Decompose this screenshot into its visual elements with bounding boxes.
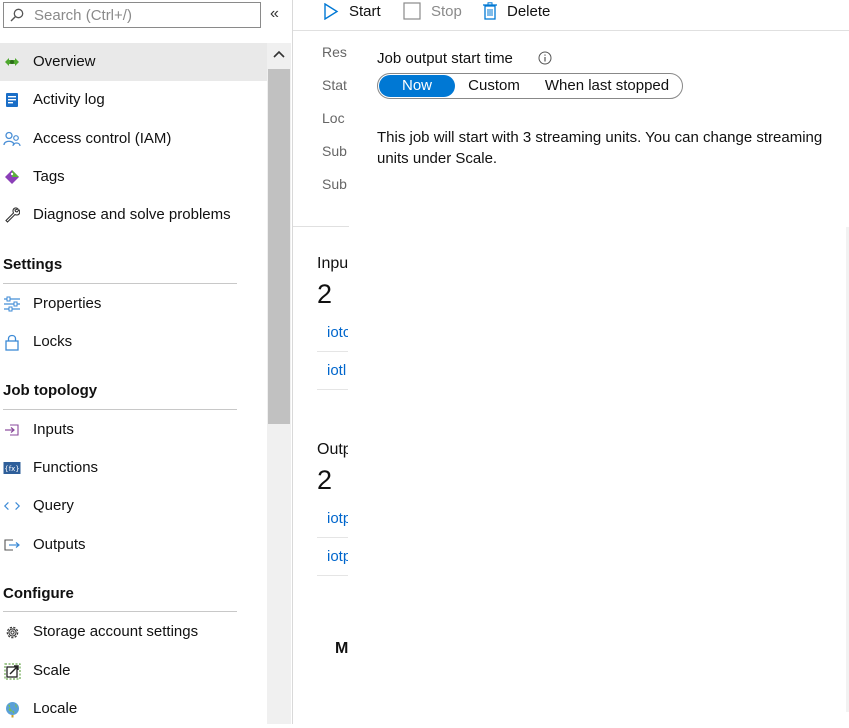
sidebar-item-outputs[interactable]: Outputs xyxy=(0,526,267,564)
wrench-icon xyxy=(3,206,21,224)
sidebar-item-locks[interactable]: Locks xyxy=(0,323,267,361)
tile-row-divider xyxy=(317,389,348,390)
sidebar-item-functions[interactable]: {fx} Functions xyxy=(0,449,267,487)
sidebar: « Overview Activity log Access control (… xyxy=(0,0,293,724)
scroll-up-arrow-icon[interactable] xyxy=(267,47,291,61)
functions-icon: {fx} xyxy=(3,459,21,477)
sidebar-item-label: Inputs xyxy=(33,421,74,438)
search-box[interactable] xyxy=(3,2,261,28)
sidebar-item-storage-account-settings[interactable]: Storage account settings xyxy=(0,613,267,651)
outputs-tile-count: 2 xyxy=(317,465,333,495)
start-time-selector[interactable]: Now Custom When last stopped xyxy=(377,73,683,99)
info-icon[interactable] xyxy=(538,51,552,65)
gear-icon xyxy=(3,623,21,641)
sidebar-item-label: Activity log xyxy=(33,91,105,108)
sidebar-scrollbar[interactable] xyxy=(267,43,291,724)
query-icon xyxy=(3,497,21,515)
scale-icon xyxy=(3,662,21,680)
inputs-tile-count: 2 xyxy=(317,279,333,309)
collapse-sidebar-button[interactable]: « xyxy=(270,6,279,22)
svg-text:{fx}: {fx} xyxy=(4,465,20,473)
sidebar-item-scale[interactable]: Scale xyxy=(0,652,267,690)
sidebar-item-label: Locale xyxy=(33,700,78,717)
tag-icon xyxy=(3,168,21,186)
output-link[interactable]: iotp xyxy=(327,510,348,527)
lock-icon xyxy=(3,333,21,351)
sidebar-item-label: Query xyxy=(33,497,74,514)
delete-button-label: Delete xyxy=(507,2,551,20)
overview-icon xyxy=(3,53,21,71)
start-button-label: Start xyxy=(349,2,381,20)
outputs-tile-title: Outp xyxy=(317,441,348,458)
inputs-icon xyxy=(3,421,21,439)
tile-row-divider xyxy=(317,537,348,538)
sidebar-item-diagnose[interactable]: Diagnose and solve problems xyxy=(0,196,267,234)
sidebar-item-overview[interactable]: Overview xyxy=(0,43,267,81)
sidebar-item-label: Overview xyxy=(33,53,96,70)
start-button[interactable]: Start xyxy=(323,0,381,22)
sidebar-item-activity-log[interactable]: Activity log xyxy=(0,81,267,119)
stop-button[interactable]: Stop xyxy=(403,0,462,22)
command-bar: Start Stop Delete xyxy=(293,0,849,31)
tile-row-divider xyxy=(317,575,348,576)
globe-icon xyxy=(3,700,21,718)
input-link[interactable]: iotl xyxy=(327,362,348,379)
start-time-option-now[interactable]: Now xyxy=(379,75,455,97)
section-divider xyxy=(3,409,237,410)
tile-row-divider xyxy=(317,351,348,352)
sidebar-item-tags[interactable]: Tags xyxy=(0,158,267,196)
essentials-label: Sub xyxy=(322,176,347,192)
sidebar-item-inputs[interactable]: Inputs xyxy=(0,411,267,449)
inputs-tile-title: Inpu xyxy=(317,255,348,272)
job-output-start-time-label: Job output start time xyxy=(377,50,513,67)
delete-button[interactable]: Delete xyxy=(483,0,550,22)
sidebar-item-locale[interactable]: Locale xyxy=(0,690,267,728)
activity-log-icon xyxy=(3,91,21,109)
section-divider xyxy=(3,283,237,284)
sidebar-item-properties[interactable]: Properties xyxy=(0,285,267,323)
sidebar-item-query[interactable]: Query xyxy=(0,487,267,525)
access-control-icon xyxy=(3,130,21,148)
stop-button-label: Stop xyxy=(431,2,462,20)
sidebar-item-label: Properties xyxy=(33,295,102,312)
sidebar-item-label: Storage account settings xyxy=(33,623,199,640)
start-time-option-custom[interactable]: Custom xyxy=(458,75,530,97)
sidebar-item-label: Access control (IAM) xyxy=(33,130,172,147)
section-divider xyxy=(3,611,237,612)
essentials-label: Loc xyxy=(322,110,345,126)
start-time-option-when-last-stopped[interactable]: When last stopped xyxy=(534,75,680,97)
section-settings-heading: Settings xyxy=(3,256,63,273)
section-job-topology-heading: Job topology xyxy=(3,382,98,399)
essentials-label: Stat xyxy=(322,77,347,93)
start-job-panel: Job output start time Now Custom When la… xyxy=(349,31,849,724)
trash-icon xyxy=(483,2,497,20)
essentials-label: Sub xyxy=(322,143,347,159)
sidebar-item-label: Locks xyxy=(33,333,73,350)
outputs-icon xyxy=(3,536,21,554)
sidebar-item-label: Scale xyxy=(33,662,71,679)
sidebar-item-label: Tags xyxy=(33,168,65,185)
essentials-label: Res xyxy=(322,44,347,60)
properties-icon xyxy=(3,295,21,313)
scrollbar-thumb[interactable] xyxy=(268,69,290,424)
search-input[interactable] xyxy=(34,3,254,27)
sidebar-item-label: Outputs xyxy=(33,536,86,553)
sidebar-item-label: Functions xyxy=(33,459,99,476)
sidebar-item-access-control[interactable]: Access control (IAM) xyxy=(0,120,267,158)
input-link[interactable]: iotc xyxy=(327,324,348,341)
streaming-units-message: This job will start with 3 streaming uni… xyxy=(377,129,823,167)
section-configure-heading: Configure xyxy=(3,585,74,602)
output-link[interactable]: iotp xyxy=(327,548,348,565)
play-icon xyxy=(324,2,339,20)
monitoring-heading: M xyxy=(335,640,348,657)
stop-icon xyxy=(403,2,421,20)
search-icon xyxy=(10,8,24,22)
sidebar-item-label: Diagnose and solve problems xyxy=(33,206,231,223)
